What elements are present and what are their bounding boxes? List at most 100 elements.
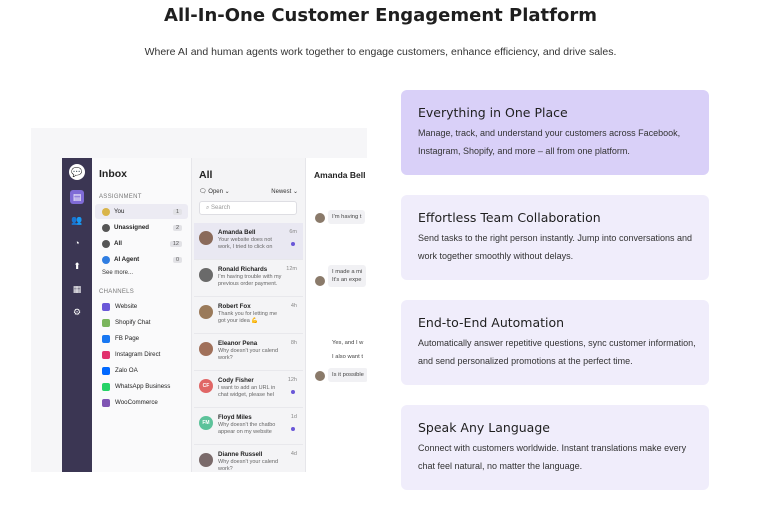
conversation-item[interactable]: FM Floyd Miles Why doesn't the chatbo appe… xyxy=(194,408,303,445)
channel-icon xyxy=(102,366,110,375)
channel-item[interactable]: FB Page xyxy=(95,331,188,346)
broadcast-nav-icon[interactable]: ⬆ xyxy=(70,259,84,273)
conversation-name: Amanda Bell xyxy=(218,229,256,236)
apps-nav-icon[interactable]: ▦ xyxy=(70,282,84,296)
channel-label: Instagram Direct xyxy=(115,351,161,358)
conversation-item[interactable]: Robert Fox Thank you for letting me got y… xyxy=(194,297,303,334)
channel-item[interactable]: WhatsApp Business xyxy=(95,379,188,394)
settings-nav-icon[interactable]: ⚙ xyxy=(70,305,84,319)
assignment-item[interactable]: You 1 xyxy=(95,204,188,219)
feature-description: Connect with customers worldwide. Instan… xyxy=(418,443,687,471)
conversation-preview: I'm having trouble with my previous orde… xyxy=(218,274,282,287)
feature-description: Send tasks to the right person instantly… xyxy=(418,233,692,261)
app-logo-icon: 💬 xyxy=(69,164,85,180)
assignment-section-label: ASSIGNMENT xyxy=(99,194,142,200)
inbox-panel: Inbox ASSIGNMENT You 1 Unassigned 2 All 12 AI … xyxy=(92,158,192,472)
chat-bubble-icon: 🗨 xyxy=(199,189,207,195)
conversation-name: Eleanor Pena xyxy=(218,340,258,347)
conversation-search-input[interactable]: ⌕ Search xyxy=(199,201,297,215)
conversation-item[interactable]: Dianne Russell Why doesn't your calend wo… xyxy=(194,445,303,472)
conversation-time: 4h xyxy=(290,303,297,309)
channel-icon xyxy=(102,334,110,343)
avatar: CF xyxy=(199,379,213,393)
unread-indicator xyxy=(291,427,295,431)
reports-nav-icon[interactable]: ◔ xyxy=(70,236,84,250)
conversation-time: 4d xyxy=(290,451,297,457)
assignment-item[interactable]: Unassigned 2 xyxy=(95,220,188,235)
unread-indicator xyxy=(291,390,295,394)
chat-message: I'm having t xyxy=(328,210,366,224)
channel-icon xyxy=(102,302,110,311)
avatar: FM xyxy=(199,416,213,430)
conversation-item[interactable]: CF Cody Fisher I want to add an URL in cha… xyxy=(194,371,303,408)
conversation-list-panel: All 🗨 Open ⌄ Newest ⌄ ⌕ Search Amanda Be… xyxy=(192,158,306,472)
conversation-item[interactable]: Eleanor Pena Why doesn't your calend work… xyxy=(194,334,303,371)
channel-label: Zalo OA xyxy=(115,367,138,374)
avatar xyxy=(199,268,213,282)
feature-card-one-place[interactable]: Everything in One Place Manage, track, a… xyxy=(401,90,709,175)
feature-card-language[interactable]: Speak Any Language Connect with customer… xyxy=(401,405,709,490)
feature-title: Speak Any Language xyxy=(418,420,550,435)
channel-label: FB Page xyxy=(115,335,140,342)
chat-panel: Amanda Bell I'm having t I made a mi It'… xyxy=(306,158,367,472)
conversation-preview: Why doesn't your calend work? xyxy=(218,459,279,472)
conversation-item[interactable]: Amanda Bell Your website does not work, I… xyxy=(194,223,303,260)
channel-label: WhatsApp Business xyxy=(115,383,171,390)
chat-message: I also want t xyxy=(328,350,367,364)
chat-message: Is it possible xyxy=(328,368,367,382)
channel-icon xyxy=(102,382,110,391)
assignment-item-count: 0 xyxy=(172,256,182,263)
status-filter-dropdown[interactable]: 🗨 Open ⌄ xyxy=(199,188,230,195)
feature-title: End-to-End Automation xyxy=(418,315,565,330)
conversation-name: Robert Fox xyxy=(218,303,251,310)
contact-avatar xyxy=(315,276,325,286)
channels-section-label: CHANNELS xyxy=(99,289,135,295)
chat-message: I made a mi It's an expe xyxy=(328,265,367,287)
assignment-item-label: Unassigned xyxy=(114,224,150,231)
emoji-icon xyxy=(102,207,110,216)
inbox-nav-icon[interactable]: ▤ xyxy=(70,190,84,204)
conversation-time: 12h xyxy=(287,377,297,383)
assignment-item-label: All xyxy=(114,240,122,247)
conversation-item[interactable]: Ronald Richards I'm having trouble with m… xyxy=(194,260,303,297)
search-icon: ⌕ xyxy=(206,205,210,211)
conversation-preview: Why doesn't the chatbo appear on my webs… xyxy=(218,422,276,435)
conversation-time: 1d xyxy=(290,414,297,420)
ai-agent-icon xyxy=(102,255,110,264)
channel-label: Shopify Chat xyxy=(115,319,151,326)
channel-item[interactable]: Zalo OA xyxy=(95,363,188,378)
conversation-time: 8h xyxy=(290,340,297,346)
see-more-link[interactable]: See more... xyxy=(102,270,191,276)
assignment-item[interactable]: All 12 xyxy=(95,236,188,251)
assignment-item[interactable]: AI Agent 0 xyxy=(95,252,188,267)
avatar xyxy=(199,305,213,319)
page-title: All-In-One Customer Engagement Platform xyxy=(164,5,597,26)
unread-indicator xyxy=(291,242,295,246)
avatar xyxy=(199,231,213,245)
app-nav-rail: 💬 ▤ 👥 ◔ ⬆ ▦ ⚙ xyxy=(62,158,92,472)
feature-title: Effortless Team Collaboration xyxy=(418,210,601,225)
assignment-item-label: AI Agent xyxy=(114,256,140,263)
chat-message: Yes, and I w xyxy=(328,336,367,350)
conversation-name: Dianne Russell xyxy=(218,451,263,458)
assignment-item-count: 12 xyxy=(169,240,182,247)
sort-dropdown[interactable]: Newest ⌄ xyxy=(271,188,298,195)
conversation-preview: Thank you for letting me got your idea 💪 xyxy=(218,311,278,324)
channel-item[interactable]: Instagram Direct xyxy=(95,347,188,362)
avatar xyxy=(199,342,213,356)
feature-card-automation[interactable]: End-to-End Automation Automatically answ… xyxy=(401,300,709,385)
conversation-preview: Why doesn't your calend work? xyxy=(218,348,279,361)
feature-description: Automatically answer repetitive question… xyxy=(418,338,696,366)
channel-item[interactable]: WooCommerce xyxy=(95,395,188,410)
channel-item[interactable]: Shopify Chat xyxy=(95,315,188,330)
product-screenshot: 💬 ▤ 👥 ◔ ⬆ ▦ ⚙ Inbox ASSIGNMENT You 1 Unass… xyxy=(31,128,367,472)
channel-icon xyxy=(102,318,110,327)
assignment-item-count: 2 xyxy=(172,224,182,231)
contacts-nav-icon[interactable]: 👥 xyxy=(70,213,84,227)
channel-item[interactable]: Website xyxy=(95,299,188,314)
users-icon xyxy=(102,239,110,248)
assignment-item-label: You xyxy=(114,208,125,215)
conversation-name: Floyd Miles xyxy=(218,414,252,421)
conversation-time: 6m xyxy=(289,229,297,235)
feature-card-team-collaboration[interactable]: Effortless Team Collaboration Send tasks… xyxy=(401,195,709,280)
